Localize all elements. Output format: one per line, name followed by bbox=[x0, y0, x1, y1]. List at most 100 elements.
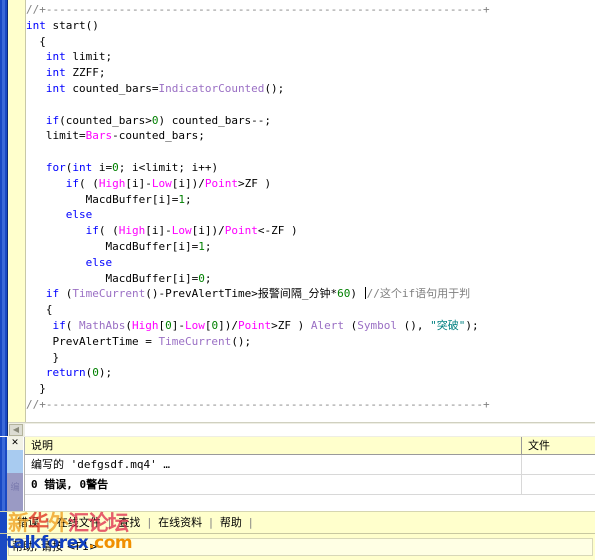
code-token: Point bbox=[237, 318, 272, 332]
panel-strip-label: 编 bbox=[10, 483, 20, 493]
code-token: if bbox=[52, 318, 66, 332]
toolbox-panel: ✕ 编 说明 文件 编写的 'defgsdf.mq4' … 0 错误, 0警告 bbox=[0, 437, 595, 511]
code-token: High bbox=[131, 318, 159, 332]
code-line[interactable]: MacdBuffer[i]=1; bbox=[26, 192, 595, 208]
code-token: ])/ bbox=[218, 318, 238, 332]
code-token: //+-------------------------------------… bbox=[26, 3, 490, 16]
message-grid[interactable]: 说明 文件 编写的 'defgsdf.mq4' … 0 错误, 0警告 bbox=[24, 437, 595, 511]
code-line[interactable]: //+-------------------------------------… bbox=[26, 397, 595, 413]
code-line[interactable]: int ZZFF; bbox=[26, 65, 595, 81]
code-line[interactable]: return(0); bbox=[26, 365, 595, 381]
code-line[interactable]: PrevAlertTime = TimeCurrent(); bbox=[26, 334, 595, 350]
code-line[interactable]: MacdBuffer[i]=1; bbox=[26, 239, 595, 255]
tab-3[interactable]: 查找 bbox=[111, 512, 147, 534]
code-lines[interactable]: //+-------------------------------------… bbox=[26, 0, 595, 413]
code-token: ()-PrevAlertTime>报警间隔_分钟* bbox=[145, 287, 338, 301]
code-token: int bbox=[45, 66, 66, 80]
code-line[interactable]: MacdBuffer[i]=0; bbox=[26, 271, 595, 287]
code-token: ; bbox=[204, 271, 212, 285]
code-line[interactable]: if( MathAbs(High[0]-Low[0])/Point>ZF ) A… bbox=[26, 318, 595, 334]
editor-horizontal-scrollbar[interactable]: ◀ bbox=[8, 422, 595, 437]
code-line[interactable]: if( (High[i]-Low[i])/Point>ZF ) bbox=[26, 176, 595, 192]
code-line[interactable]: else bbox=[26, 255, 595, 271]
code-token: (); bbox=[231, 334, 252, 348]
code-line[interactable]: } bbox=[26, 350, 595, 366]
code-line[interactable]: limit=Bars-counted_bars; bbox=[26, 128, 595, 144]
tab-5[interactable]: 帮助 bbox=[213, 512, 249, 534]
code-token: High bbox=[118, 224, 146, 238]
code-token: ) bbox=[350, 287, 364, 301]
code-token: for bbox=[45, 160, 66, 174]
tab-1[interactable]: 错误 bbox=[10, 512, 46, 534]
code-line[interactable]: if (TimeCurrent()-PrevAlertTime>报警间隔_分钟*… bbox=[26, 286, 595, 302]
code-line[interactable]: else bbox=[26, 207, 595, 223]
code-token: (), bbox=[396, 318, 431, 332]
scroll-left-arrow-icon[interactable]: ◀ bbox=[9, 424, 23, 436]
code-token: ZZFF; bbox=[65, 66, 106, 80]
code-token: Symbol bbox=[357, 318, 397, 332]
code-token: ( bbox=[343, 318, 358, 332]
code-token: Low bbox=[151, 176, 172, 190]
code-token: { bbox=[26, 303, 53, 317]
table-row[interactable]: 编写的 'defgsdf.mq4' … bbox=[25, 455, 595, 475]
code-token: start() bbox=[45, 18, 99, 32]
code-token: 0 bbox=[165, 318, 172, 332]
code-token: 0 bbox=[92, 366, 99, 380]
close-icon[interactable]: ✕ bbox=[7, 437, 23, 450]
scrollbar-track[interactable] bbox=[25, 424, 595, 436]
code-token: [i])/ bbox=[191, 224, 225, 238]
code-token: ( bbox=[125, 318, 132, 332]
code-line[interactable]: { bbox=[26, 34, 595, 50]
code-token: if bbox=[45, 113, 60, 127]
code-token: TimeCurrent bbox=[72, 287, 146, 301]
code-token: ); bbox=[465, 318, 479, 332]
code-line[interactable]: if(counted_bars>0) counted_bars--; bbox=[26, 113, 595, 129]
tab-items: 错误 | 在线文件 | 查找 | 在线资料 | 帮助 | bbox=[10, 512, 253, 534]
code-line[interactable]: int counted_bars=IndicatorCounted(); bbox=[26, 81, 595, 97]
code-line[interactable]: int start() bbox=[26, 18, 595, 34]
code-token: //+-------------------------------------… bbox=[26, 397, 490, 411]
statusbar-dock-bar bbox=[0, 534, 7, 560]
cell-file bbox=[521, 475, 595, 494]
column-header-file[interactable]: 文件 bbox=[521, 437, 595, 454]
code-token: { bbox=[26, 34, 46, 48]
editor-gutter[interactable] bbox=[8, 0, 26, 422]
tab-2[interactable]: 在线文件 bbox=[50, 512, 108, 534]
column-header-description[interactable]: 说明 bbox=[25, 437, 521, 454]
code-token: if bbox=[45, 287, 60, 301]
code-line[interactable]: } bbox=[26, 381, 595, 397]
code-token: ( ( bbox=[79, 176, 99, 190]
code-token: 60 bbox=[337, 287, 351, 301]
code-token: int bbox=[45, 50, 66, 64]
code-token: ); bbox=[98, 366, 113, 380]
code-token: 0 bbox=[198, 271, 205, 285]
tab-4[interactable]: 在线资料 bbox=[151, 512, 209, 534]
code-token: else bbox=[65, 208, 93, 222]
code-token: ) counted_bars--; bbox=[158, 113, 272, 127]
code-token: //这个if语句用于判 bbox=[366, 287, 471, 301]
table-row[interactable]: 0 错误, 0警告 bbox=[25, 475, 595, 495]
code-token: ; bbox=[204, 239, 212, 253]
code-line[interactable]: for(int i=0; i<limit; i++) bbox=[26, 160, 595, 176]
code-token: 1 bbox=[198, 239, 205, 253]
code-text-area[interactable]: //+-------------------------------------… bbox=[26, 0, 595, 422]
code-line[interactable]: if( (High[i]-Low[i])/Point<-ZF ) bbox=[26, 223, 595, 239]
code-token: Point bbox=[224, 224, 258, 238]
code-editor[interactable]: //+-------------------------------------… bbox=[0, 0, 595, 437]
code-token: ( ( bbox=[98, 224, 119, 238]
code-line[interactable]: { bbox=[26, 302, 595, 318]
panel-strip-selected[interactable] bbox=[7, 450, 23, 473]
code-line[interactable] bbox=[26, 144, 595, 160]
code-line[interactable] bbox=[26, 97, 595, 113]
tab-separator: | bbox=[248, 516, 253, 529]
code-line[interactable]: //+-------------------------------------… bbox=[26, 2, 595, 18]
toolbox-tab-bar: 错误 | 在线文件 | 查找 | 在线资料 | 帮助 | bbox=[0, 511, 595, 534]
code-token: Low bbox=[184, 318, 205, 332]
code-token: TimeCurrent bbox=[158, 334, 232, 348]
code-line[interactable]: int limit; bbox=[26, 49, 595, 65]
code-token: MacdBuffer[i]= bbox=[26, 271, 199, 285]
